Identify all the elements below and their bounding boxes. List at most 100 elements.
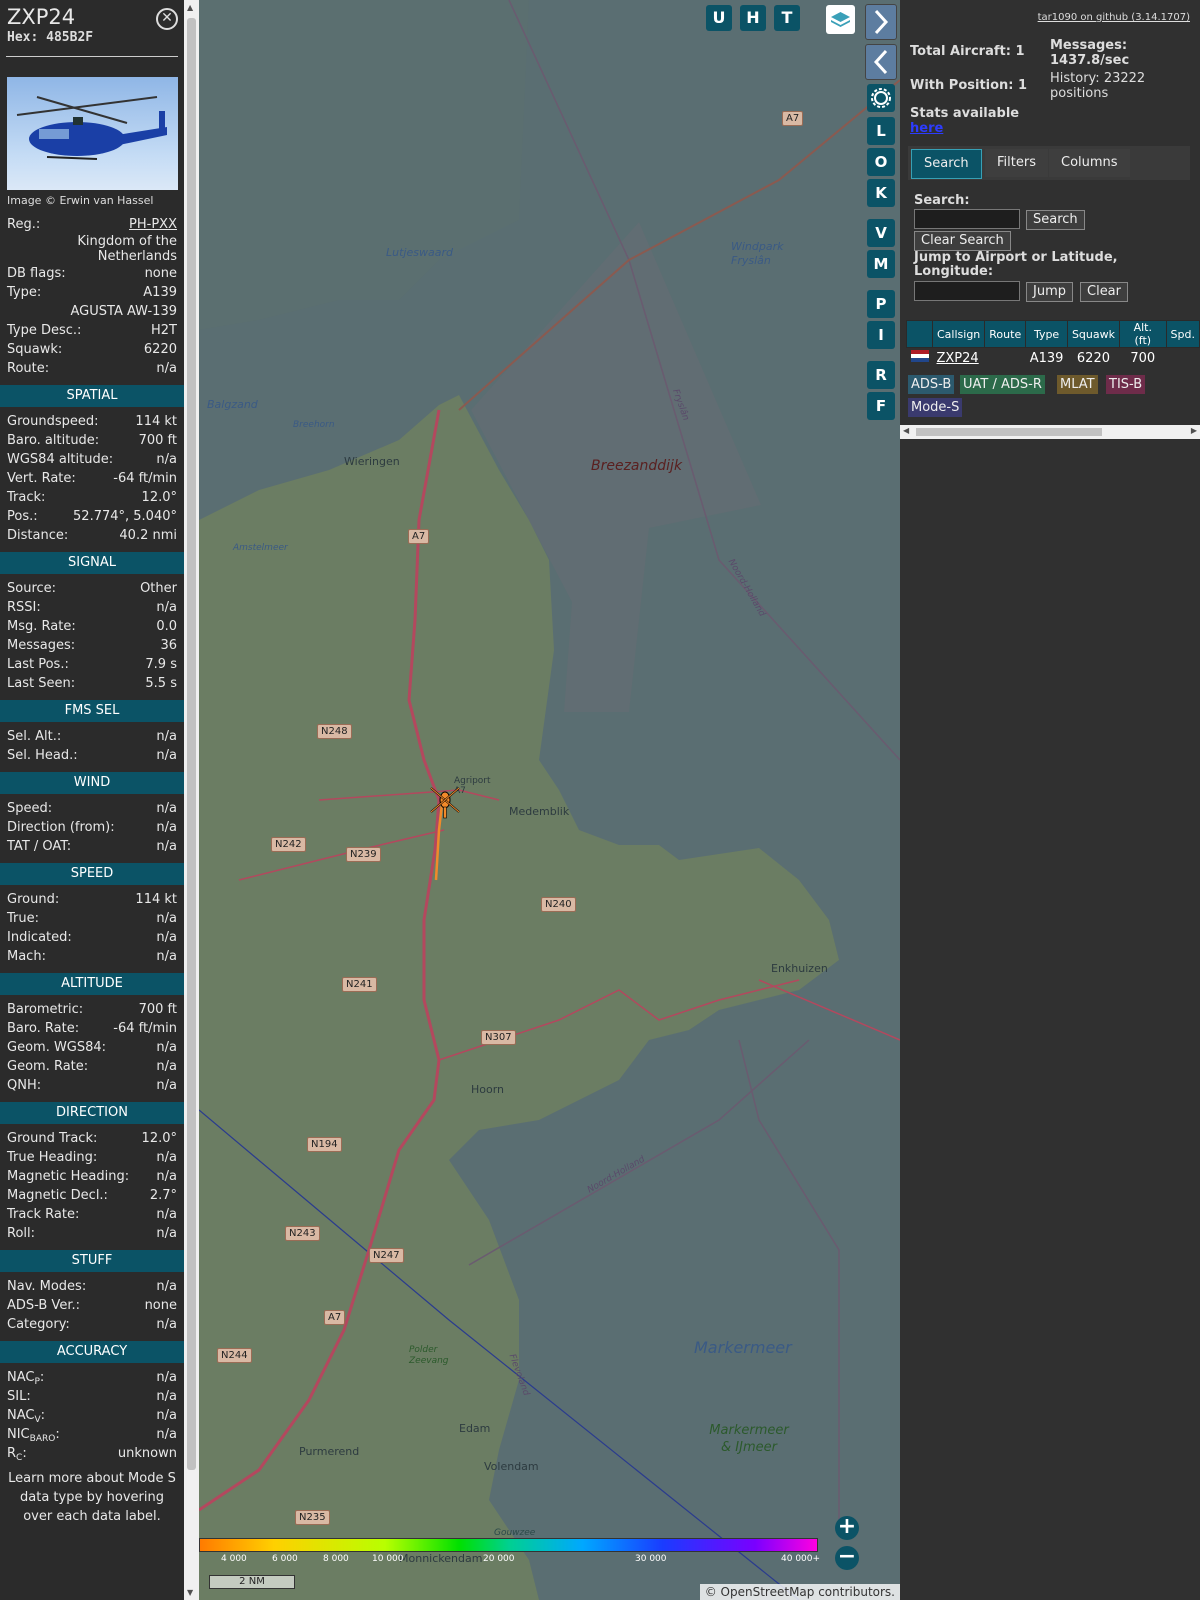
zoom-out-button[interactable]: − (835, 1546, 859, 1570)
info-label[interactable]: Magnetic Decl.: (7, 1186, 108, 1205)
info-label[interactable]: WGS84 altitude: (7, 450, 113, 469)
col-spd-header[interactable]: Spd. (1165, 320, 1200, 348)
map-attribution[interactable]: © OpenStreetMap contributors. (699, 1584, 900, 1600)
clear-search-button[interactable]: Clear Search (914, 231, 1011, 251)
source-modes[interactable]: Mode-S (908, 398, 963, 417)
info-label[interactable]: DB flags: (7, 264, 66, 283)
info-label[interactable]: Magnetic Heading: (7, 1167, 129, 1186)
info-label[interactable]: Geom. Rate: (7, 1057, 88, 1076)
tab-columns[interactable]: Columns (1049, 149, 1130, 177)
info-label[interactable]: Speed: (7, 799, 52, 818)
info-scrollbar[interactable]: ▲ ▼ (184, 0, 199, 1600)
info-label[interactable]: SIL: (7, 1387, 31, 1406)
info-label[interactable]: Sel. Head.: (7, 746, 78, 765)
reg-link[interactable]: PH-PXX (129, 215, 177, 234)
info-label[interactable]: Last Seen: (7, 674, 75, 693)
expand-right-button[interactable] (865, 4, 897, 40)
collapse-left-button[interactable] (865, 44, 897, 80)
map-button-m[interactable]: M (867, 250, 895, 278)
source-mlat[interactable]: MLAT (1057, 375, 1098, 394)
map-button-f[interactable]: F (867, 392, 895, 420)
jump-button[interactable]: Jump (1026, 282, 1073, 302)
col-callsign-header[interactable]: Callsign (931, 320, 986, 348)
info-label[interactable]: Ground Track: (7, 1129, 97, 1148)
info-label[interactable]: NACP: (7, 1368, 44, 1387)
info-label[interactable]: Last Pos.: (7, 655, 69, 674)
source-tisb[interactable]: TIS-B (1106, 375, 1146, 394)
info-label[interactable]: ADS-B Ver.: (7, 1296, 80, 1315)
info-label[interactable]: Mach: (7, 947, 46, 966)
map-button-i[interactable]: I (867, 321, 895, 349)
tab-filters[interactable]: Filters (985, 149, 1048, 177)
scroll-left-icon[interactable]: ◀ (903, 426, 909, 435)
aircraft-photo[interactable] (7, 77, 178, 190)
map-button-l[interactable]: L (867, 117, 895, 145)
info-label[interactable]: Geom. WGS84: (7, 1038, 106, 1057)
map-button-t[interactable]: T (774, 5, 800, 31)
hscroll-thumb[interactable] (916, 428, 1102, 436)
info-label[interactable]: Category: (7, 1315, 70, 1334)
info-label[interactable]: Type Desc.: (7, 321, 81, 340)
info-label[interactable]: Distance: (7, 526, 68, 545)
col-type-header[interactable]: Type (1025, 320, 1068, 348)
map-button-p[interactable]: P (867, 290, 895, 318)
map-button-k[interactable]: K (867, 179, 895, 207)
table-hscrollbar[interactable]: ◀ ▶ (900, 425, 1200, 439)
info-label[interactable]: Track: (7, 488, 45, 507)
github-link[interactable]: tar1090 on github (3.14.1707) (1038, 12, 1190, 23)
search-button[interactable]: Search (1026, 210, 1085, 230)
scroll-thumb[interactable] (187, 18, 196, 1470)
search-input[interactable] (914, 209, 1020, 229)
info-label[interactable]: Nav. Modes: (7, 1277, 86, 1296)
info-label[interactable]: Track Rate: (7, 1205, 79, 1224)
info-label[interactable]: Messages: (7, 636, 75, 655)
scroll-up-icon[interactable]: ▲ (187, 3, 193, 12)
source-adsb[interactable]: ADS-B (908, 375, 955, 394)
info-label[interactable]: Groundspeed: (7, 412, 98, 431)
info-label[interactable]: Barometric: (7, 1000, 83, 1019)
layers-button[interactable] (826, 5, 855, 34)
info-label[interactable]: QNH: (7, 1076, 41, 1095)
info-label[interactable]: Ground: (7, 890, 59, 909)
callsign-cell[interactable]: ZXP24 (933, 348, 985, 369)
close-icon[interactable]: ✕ (156, 8, 178, 30)
map-button-h[interactable]: H (740, 5, 766, 31)
info-label[interactable]: Roll: (7, 1224, 35, 1243)
scroll-right-icon[interactable]: ▶ (1191, 426, 1197, 435)
info-label[interactable]: Msg. Rate: (7, 617, 76, 636)
helicopter-aircraft-icon[interactable] (429, 780, 461, 820)
col-route-header[interactable]: Route (984, 320, 1027, 348)
info-label[interactable]: RSSI: (7, 598, 41, 617)
map-button-r[interactable]: R (867, 361, 895, 389)
source-uat[interactable]: UAT / ADS-R (960, 375, 1045, 394)
info-label[interactable]: Indicated: (7, 928, 72, 947)
info-label[interactable]: Pos.: (7, 507, 38, 526)
info-label[interactable]: NICBARO: (7, 1425, 60, 1444)
tab-search[interactable]: Search (911, 149, 982, 179)
map-button-o[interactable]: O (867, 148, 895, 176)
info-label[interactable]: RC: (7, 1444, 27, 1463)
info-label[interactable]: Baro. Rate: (7, 1019, 79, 1038)
stats-link[interactable]: here (910, 121, 943, 136)
info-label[interactable]: TAT / OAT: (7, 837, 71, 856)
map-button-u[interactable]: U (706, 5, 732, 31)
info-label[interactable]: Sel. Alt.: (7, 727, 61, 746)
col-flag-header[interactable] (906, 320, 933, 348)
info-label[interactable]: Source: (7, 579, 56, 598)
map-view[interactable]: Wieringen Medemblik Enkhuizen Hoorn Purm… (199, 0, 900, 1600)
jump-input[interactable] (914, 281, 1020, 301)
clear-button[interactable]: Clear (1080, 282, 1128, 302)
info-label[interactable]: Direction (from): (7, 818, 115, 837)
info-label[interactable]: Route: (7, 359, 49, 378)
info-label[interactable]: Baro. altitude: (7, 431, 99, 450)
info-label[interactable]: Squawk: (7, 340, 62, 359)
map-button-v[interactable]: V (867, 219, 895, 247)
info-label[interactable]: NACV: (7, 1406, 45, 1425)
scroll-down-icon[interactable]: ▼ (187, 1588, 193, 1597)
info-label[interactable]: Type: (7, 283, 41, 302)
col-alt-header[interactable]: Alt. (ft) (1118, 320, 1167, 348)
info-label[interactable]: Vert. Rate: (7, 469, 76, 488)
col-squawk-header[interactable]: Squawk (1066, 320, 1120, 348)
table-row[interactable]: ZXP24 A139 6220 700 (907, 348, 1200, 369)
info-label[interactable]: True Heading: (7, 1148, 97, 1167)
